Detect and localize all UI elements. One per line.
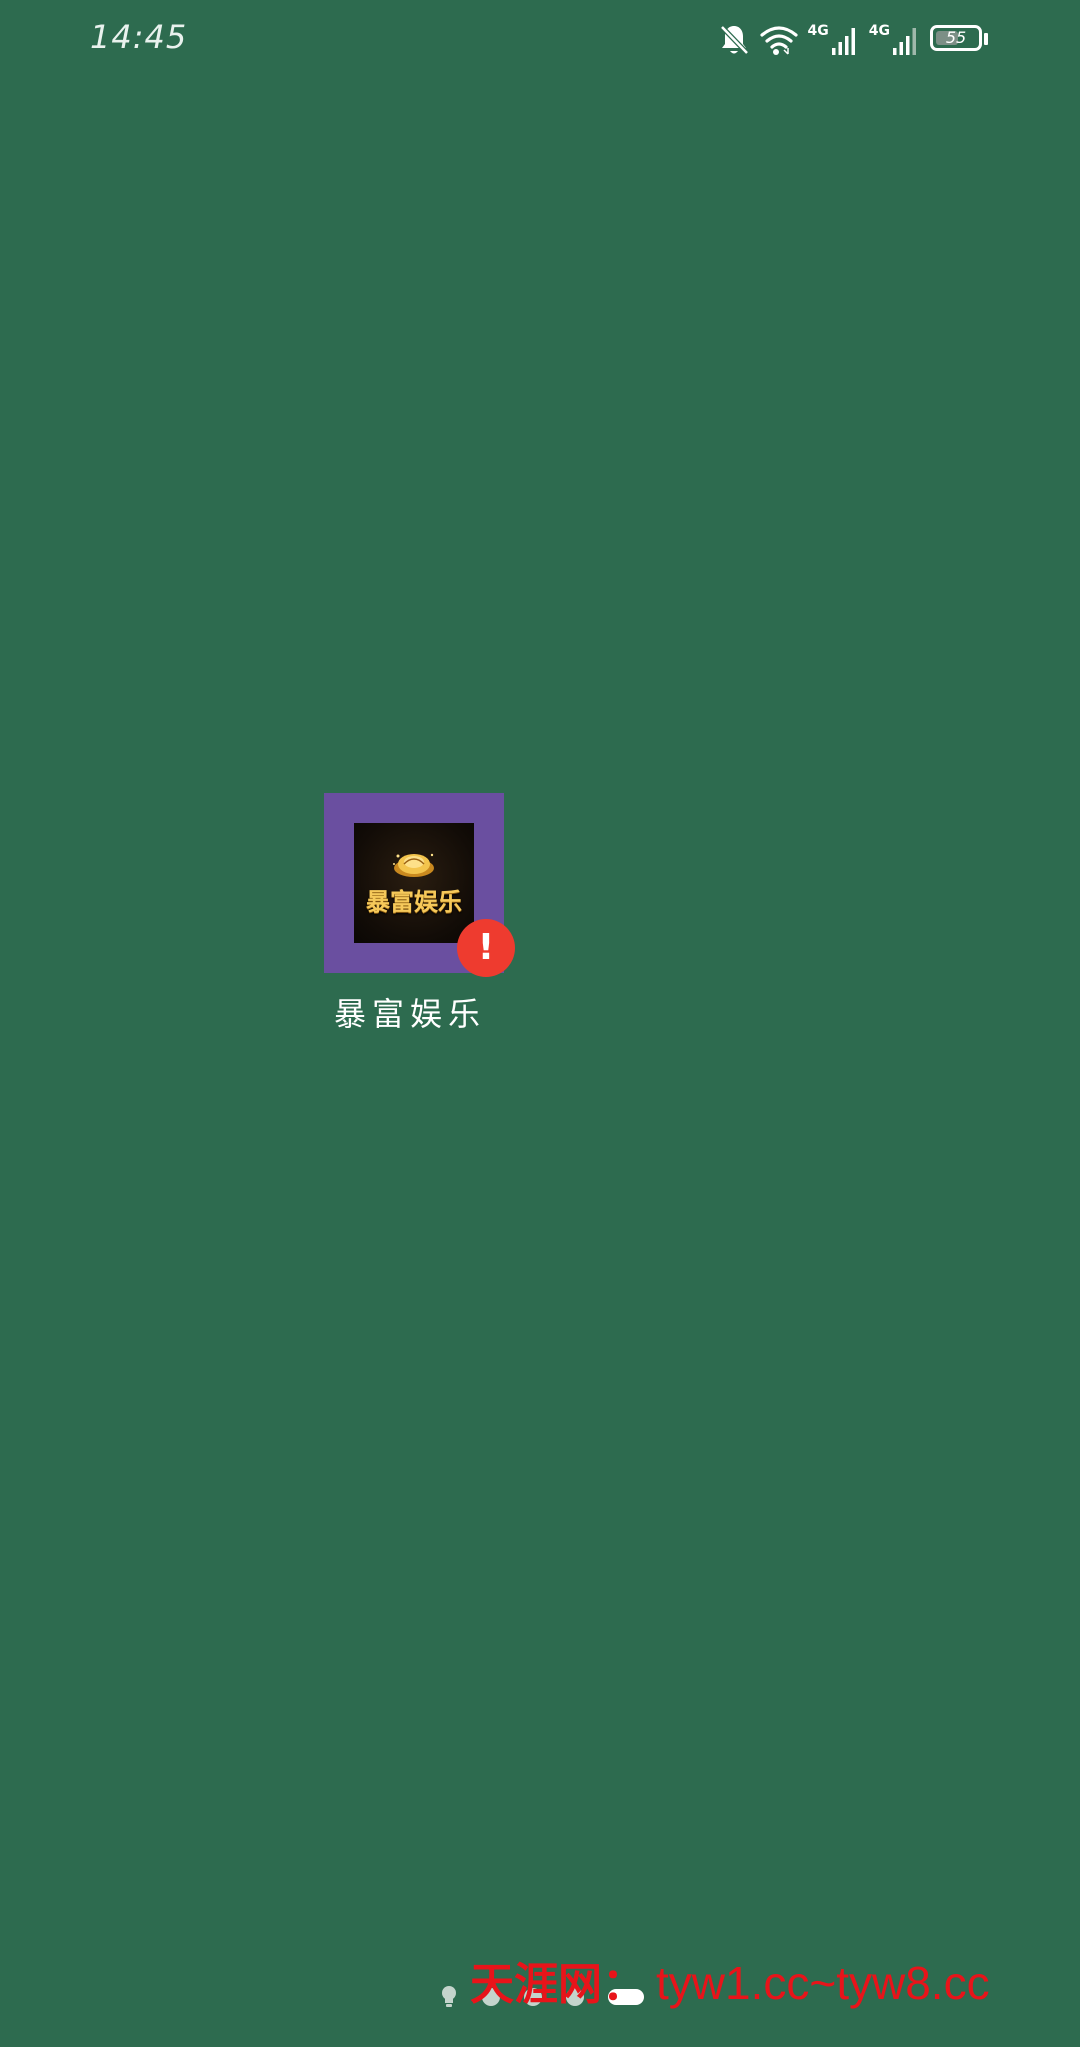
signal-group-1: 4G <box>808 24 859 56</box>
alert-badge: ! <box>457 919 515 977</box>
gold-ingot-icon <box>393 853 434 877</box>
app-shortcut[interactable]: 暴富娱乐 ! 暴富娱乐 <box>324 793 524 1033</box>
status-icons: 4G 4G 55 <box>718 20 990 60</box>
lightbulb-icon[interactable] <box>440 1985 458 2009</box>
battery-nub <box>984 33 988 45</box>
app-label: 暴富娱乐 <box>333 995 486 1033</box>
wifi-icon <box>759 26 798 55</box>
app-icon-image: 暴富娱乐 <box>354 823 474 943</box>
status-bar: 14:45 4G 4G 55 <box>0 0 1080 80</box>
watermark: 天涯网： tyw1.cc~tyw8.cc <box>470 1955 1080 2013</box>
battery-icon: 55 <box>930 25 990 55</box>
battery-level: 55 <box>945 28 967 47</box>
bell-off-icon <box>719 25 749 55</box>
network-type-label: 4G <box>868 23 890 39</box>
app-icon-text: 暴富娱乐 <box>366 887 462 916</box>
status-time: 14:45 <box>90 18 188 56</box>
watermark-url: tyw1.cc~tyw8.cc <box>656 1957 990 2009</box>
app-icon[interactable]: 暴富娱乐 ! <box>324 793 515 977</box>
signal-group-2: 4G <box>869 24 920 56</box>
watermark-site-name: 天涯网： <box>470 1959 646 2010</box>
signal-icon <box>831 28 855 55</box>
signal-icon <box>893 28 916 55</box>
network-type-label: 4G <box>807 23 829 39</box>
